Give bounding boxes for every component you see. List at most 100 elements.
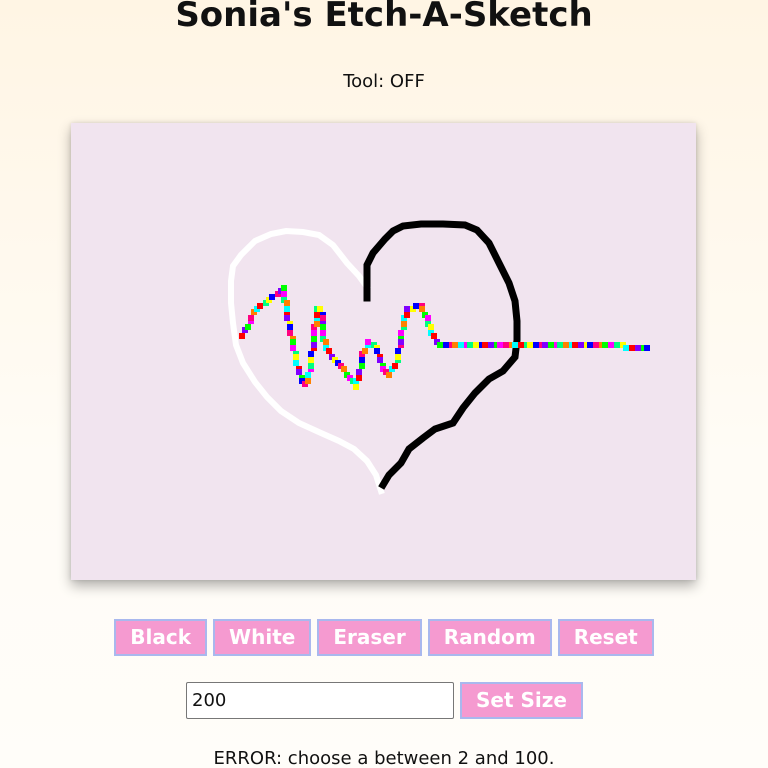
page-title: Sonia's Etch-A-Sketch	[175, 0, 593, 35]
random-color-cell	[413, 303, 419, 309]
random-color-cell	[428, 324, 434, 330]
random-color-cell	[287, 324, 293, 330]
random-color-cell	[503, 342, 509, 348]
sketch-drawing[interactable]	[71, 123, 696, 580]
random-color-cell	[398, 339, 404, 345]
random-color-cell	[398, 330, 404, 336]
random-color-cell	[287, 330, 293, 336]
sketch-board[interactable]	[71, 123, 696, 580]
grid-size-input[interactable]	[186, 682, 454, 719]
tool-status: Tool: OFF	[343, 71, 425, 92]
random-color-cell	[365, 339, 371, 345]
set-size-button[interactable]: Set Size	[460, 682, 583, 719]
random-color-cell	[290, 339, 296, 345]
random-color-cell	[602, 342, 608, 348]
random-color-cell	[563, 342, 569, 348]
white-stroke	[228, 227, 385, 495]
random-color-cell	[458, 342, 464, 348]
random-color-cell	[284, 300, 290, 306]
random-color-cell	[452, 342, 458, 348]
random-color-cell	[395, 354, 401, 360]
random-color-cell	[257, 303, 263, 309]
random-color-cell	[356, 369, 362, 375]
random-color-cell	[557, 342, 563, 348]
random-color-cell	[284, 315, 290, 321]
random-color-cell	[290, 345, 296, 351]
random-color-cell	[359, 363, 365, 369]
size-controls: Set Size	[186, 682, 583, 719]
random-color-cell	[359, 357, 365, 363]
random-color-cell	[314, 312, 320, 318]
random-color-cell	[443, 342, 449, 348]
random-color-cell	[239, 333, 245, 339]
random-color-cell	[401, 321, 407, 327]
error-message: ERROR: choose a between 2 and 100.	[213, 748, 555, 768]
random-color-cell	[572, 342, 578, 348]
random-color-cell	[644, 345, 650, 351]
random-color-cell	[311, 342, 317, 348]
tool-buttons: Black White Eraser Random Reset	[0, 619, 768, 656]
random-color-cell	[527, 342, 533, 348]
random-color-cell	[404, 312, 410, 318]
random-color-cell	[425, 315, 431, 321]
random-color-cell	[314, 321, 320, 327]
random-color-cell	[392, 363, 398, 369]
random-color-cell	[608, 342, 614, 348]
random-button[interactable]: Random	[427, 619, 552, 656]
random-color-cell	[284, 306, 290, 312]
random-color-cell	[623, 345, 629, 351]
random-color-cell	[320, 330, 326, 336]
random-color-cell	[635, 345, 641, 351]
random-color-cell	[419, 306, 425, 312]
random-color-cell	[614, 342, 620, 348]
random-color-cell	[308, 351, 314, 357]
white-button[interactable]: White	[213, 619, 312, 656]
random-color-cell	[296, 369, 302, 375]
random-color-cell	[341, 366, 347, 372]
random-color-cell	[293, 360, 299, 366]
random-color-cell	[353, 384, 359, 390]
random-color-cell	[386, 372, 392, 378]
random-color-layer	[239, 285, 650, 390]
random-color-cell	[404, 306, 410, 312]
black-stroke	[363, 220, 521, 490]
random-color-cell	[488, 342, 494, 348]
random-color-cell	[578, 342, 584, 348]
random-color-cell	[533, 342, 539, 348]
random-color-cell	[362, 348, 368, 354]
random-color-cell	[377, 357, 383, 363]
random-color-cell	[317, 306, 323, 312]
random-color-cell	[323, 339, 329, 345]
random-color-cell	[245, 324, 251, 330]
white-stroke-layer	[228, 227, 385, 495]
random-color-cell	[482, 342, 488, 348]
black-button[interactable]: Black	[114, 619, 208, 656]
random-color-cell	[356, 375, 362, 381]
random-color-cell	[374, 348, 380, 354]
random-color-cell	[320, 315, 326, 321]
random-color-cell	[311, 336, 317, 342]
random-color-cell	[629, 345, 635, 351]
random-color-cell	[293, 354, 299, 360]
random-color-cell	[437, 342, 443, 348]
random-color-cell	[305, 372, 311, 378]
random-color-cell	[305, 378, 311, 384]
random-color-cell	[395, 348, 401, 354]
reset-button[interactable]: Reset	[557, 619, 654, 656]
random-color-cell	[308, 357, 314, 363]
black-stroke-layer	[363, 220, 521, 490]
random-color-cell	[431, 333, 437, 339]
random-color-cell	[512, 342, 518, 348]
random-color-cell	[320, 324, 326, 330]
random-color-cell	[248, 315, 254, 321]
random-color-cell	[497, 342, 503, 348]
random-color-cell	[308, 363, 314, 369]
random-color-cell	[326, 348, 332, 354]
random-color-cell	[311, 330, 317, 336]
random-color-cell	[542, 342, 548, 348]
random-color-cell	[548, 342, 554, 348]
random-color-cell	[269, 294, 275, 300]
eraser-button[interactable]: Eraser	[317, 619, 422, 656]
random-color-cell	[473, 342, 479, 348]
random-color-cell	[467, 342, 473, 348]
